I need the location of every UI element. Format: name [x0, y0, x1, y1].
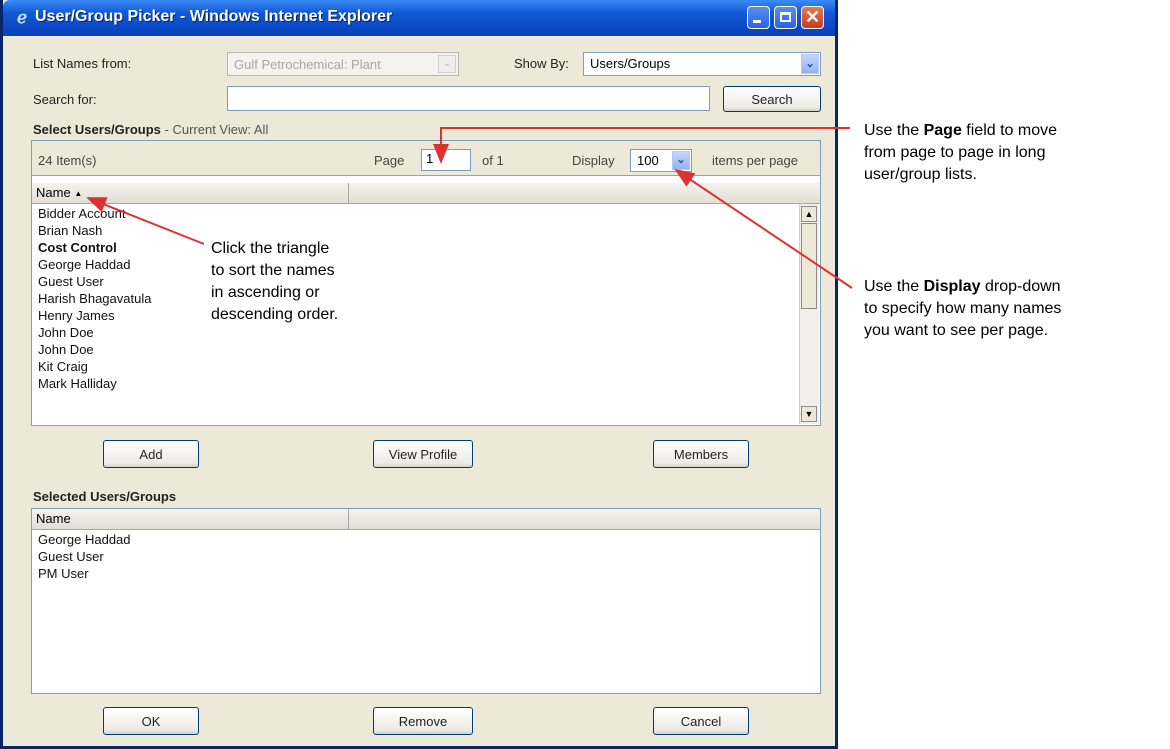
- display-arrow: [674, 168, 853, 289]
- annotation-arrows: [86, 127, 853, 289]
- sort-arrow: [86, 197, 205, 245]
- page-arrow: [433, 127, 850, 164]
